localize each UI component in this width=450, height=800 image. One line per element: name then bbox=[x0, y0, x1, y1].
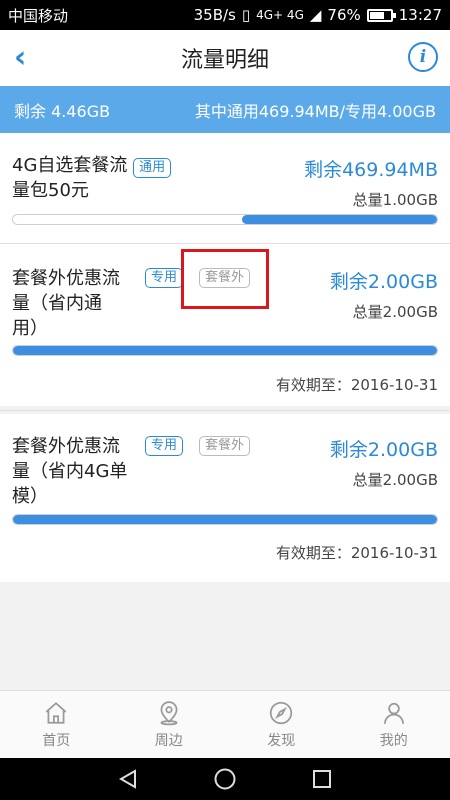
highlight-box bbox=[181, 249, 269, 309]
data-summary-strip: 剩余 4.46GB 其中通用469.94MB/专用4.00GB bbox=[0, 86, 450, 133]
tag-dedicated: 专用 bbox=[145, 436, 184, 456]
package-name: 套餐外优惠流 量（省内通 用） bbox=[12, 268, 120, 339]
page-title: 流量明细 bbox=[180, 48, 269, 73]
bottom-tab-bar: 首页 周边 发现 我的 bbox=[0, 690, 450, 758]
package-total: 总量2.00GB bbox=[352, 303, 438, 321]
home-icon bbox=[45, 701, 67, 724]
package-total: 总量2.00GB bbox=[352, 471, 438, 489]
home-circle-icon[interactable] bbox=[213, 767, 237, 791]
expiry-date: 有效期至：2016-10-31 bbox=[275, 376, 438, 394]
network-type: 4G+ 4G bbox=[256, 8, 304, 22]
divider bbox=[0, 410, 450, 411]
status-bar: 中国移动 35B/s ▯ 4G+ 4G ◢ 76% 13:27 bbox=[0, 0, 450, 30]
vibrate-icon: ▯ bbox=[241, 6, 251, 24]
location-pin-icon bbox=[160, 700, 178, 725]
usage-progress-bar bbox=[12, 514, 438, 525]
expiry-date: 有效期至：2016-10-31 bbox=[275, 544, 438, 562]
recents-square-icon[interactable] bbox=[311, 768, 333, 790]
tab-mine[interactable]: 我的 bbox=[338, 691, 450, 758]
tag-general: 通用 bbox=[133, 158, 172, 178]
package-remaining: 剩余2.00GB bbox=[329, 271, 438, 293]
remaining-breakdown: 其中通用469.94MB/专用4.00GB bbox=[194, 101, 436, 121]
clock: 13:27 bbox=[398, 6, 442, 24]
package-card[interactable]: 套餐外优惠流 量（省内4G单 模） 专用 套餐外 剩余2.00GB 总量2.00… bbox=[0, 414, 450, 582]
total-remaining: 剩余 4.46GB bbox=[14, 101, 111, 121]
person-icon bbox=[383, 702, 404, 724]
package-remaining: 剩余469.94MB bbox=[304, 159, 438, 181]
tag-dedicated: 专用 bbox=[145, 268, 184, 288]
tab-nearby[interactable]: 周边 bbox=[113, 691, 226, 758]
carrier-name: 中国移动 bbox=[8, 6, 69, 25]
signal-icon: ◢ bbox=[309, 6, 322, 24]
back-arrow-icon[interactable]: ‹ bbox=[14, 38, 26, 78]
tab-discover[interactable]: 发现 bbox=[225, 691, 338, 758]
battery-icon bbox=[366, 8, 396, 22]
network-speed: 35B/s bbox=[193, 6, 236, 24]
package-name: 套餐外优惠流 量（省内4G单 模） bbox=[12, 436, 128, 507]
tag-extra-plan: 套餐外 bbox=[199, 436, 251, 456]
package-total: 总量1.00GB bbox=[352, 191, 438, 209]
battery-percent: 76% bbox=[327, 6, 361, 24]
usage-progress-bar bbox=[12, 214, 438, 225]
info-icon[interactable]: i bbox=[408, 42, 438, 72]
usage-progress-bar bbox=[12, 345, 438, 356]
back-triangle-icon[interactable] bbox=[117, 768, 139, 790]
tab-home[interactable]: 首页 bbox=[0, 691, 113, 758]
package-card[interactable]: 4G自选套餐流 通用 量包50元 剩余469.94MB 总量1.00GB bbox=[0, 133, 450, 243]
package-name: 4G自选套餐流 通用 量包50元 bbox=[12, 153, 172, 203]
nav-header: ‹ 流量明细 i bbox=[0, 30, 450, 86]
compass-icon bbox=[270, 701, 293, 724]
package-remaining: 剩余2.00GB bbox=[329, 439, 438, 461]
system-nav-bar bbox=[0, 758, 450, 800]
